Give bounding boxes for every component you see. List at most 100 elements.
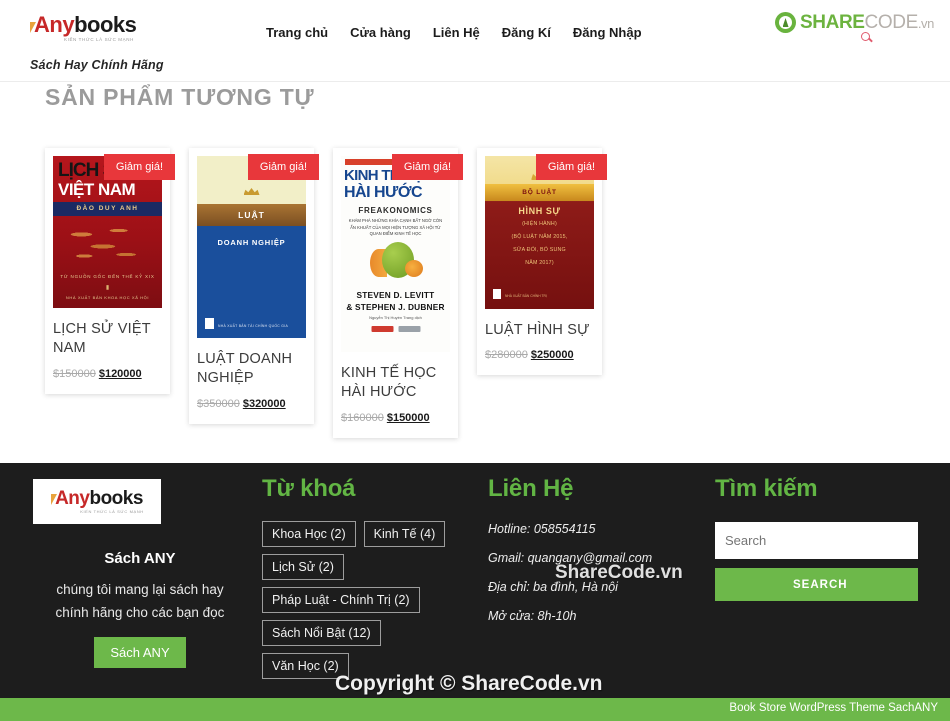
cover-ribbon: LUẬT <box>197 204 306 226</box>
footer-tags-heading: Từ khoá <box>262 475 356 502</box>
sharecode-share: SHARE <box>800 12 865 33</box>
search-input[interactable] <box>715 522 918 559</box>
product-title[interactable]: LUẬT HÌNH SỰ <box>485 321 594 340</box>
nav-item-dang-nhap[interactable]: Đăng Nhập <box>573 25 642 40</box>
sharecode-watermark-logo: SHARECODE.vn <box>775 12 934 41</box>
tick-icon <box>30 22 36 33</box>
product-title[interactable]: KINH TẾ HỌC HÀI HƯỚC <box>341 364 450 403</box>
footer-search-heading: Tìm kiếm <box>715 475 818 502</box>
tag-van-hoc[interactable]: Văn Học (2) <box>262 653 349 679</box>
product-old-price: $160000 <box>341 411 384 424</box>
site-footer: Anybooks KIẾN THỨC LÀ SỨC MẠNH Sách ANY … <box>0 463 950 698</box>
brand-tagline: Sách Hay Chính Hãng <box>30 58 164 72</box>
product-card[interactable]: Giảm giá! LỊCH SỬ VIỆT NAM ĐÀO DUY ANH T… <box>45 148 175 394</box>
tag-lich-su[interactable]: Lịch Sử (2) <box>262 554 344 580</box>
cover-title-line1: HÌNH SỰ <box>518 206 561 216</box>
sharecode-code: CODE <box>864 12 919 33</box>
cover-sub-line-1: (HIỆN HÀNH) <box>522 221 557 227</box>
sale-badge: Giảm giá! <box>247 154 319 180</box>
nav-item-dang-ki[interactable]: Đăng Kí <box>502 25 551 40</box>
sale-badge: Giảm giá! <box>103 154 175 180</box>
brand-wordmark: Anybooks <box>30 14 230 36</box>
nav-item-lien-he[interactable]: Liên Hệ <box>433 25 480 40</box>
brand-subtext: KIẾN THỨC LÀ SỨC MẠNH <box>64 37 134 42</box>
dragon-art-icon <box>61 220 154 268</box>
footer-brand-any: Any <box>55 488 90 509</box>
product-price: $280000 $250000 <box>485 349 594 361</box>
tag-sach-noi-bat[interactable]: Sách Nổi Bật (12) <box>262 620 381 646</box>
cover-author2: & STEPHEN J. DUBNER <box>346 302 445 312</box>
brand-any: Any <box>34 12 75 37</box>
tick-icon <box>51 494 58 505</box>
tag-phap-luat-chinh-tri[interactable]: Pháp Luật - Chính Trị (2) <box>262 587 420 613</box>
footer-about-line1: chúng tôi mang lại sách hay <box>56 582 224 597</box>
product-card[interactable]: Giảm giá! BỘ LUẬT HÌNH SỰ (HIỆN HÀNH) (B… <box>477 148 607 376</box>
brand-books: books <box>74 12 137 37</box>
tag-cloud: Khoa Học (2) Kinh Tế (4) Lịch Sử (2) Phá… <box>262 521 472 679</box>
product-title[interactable]: LỊCH SỬ VIỆT NAM <box>53 320 162 359</box>
cover-publisher: NHÀ XUẤT BẢN TÀI CHÍNH QUỐC GIA <box>218 324 289 328</box>
product-title[interactable]: LUẬT DOANH NGHIỆP <box>197 350 306 389</box>
product-new-price: $320000 <box>242 397 286 410</box>
sharecode-tld: .vn <box>917 16 935 31</box>
footer-logo[interactable]: Anybooks KIẾN THỨC LÀ SỨC MẠNH <box>33 479 161 524</box>
tag-kinh-te[interactable]: Kinh Tế (4) <box>363 521 446 547</box>
product-price: $160000 $150000 <box>341 412 450 424</box>
contact-gmail: Gmail: quangany@gmail.com <box>488 551 653 565</box>
product-old-price: $150000 <box>53 367 96 380</box>
site-header: Anybooks KIẾN THỨC LÀ SỨC MẠNH Sách Hay … <box>0 0 950 82</box>
product-thumbnail[interactable]: KINH TẾ HỌC HÀI HƯỚC FREAKONOMICS KHÁM P… <box>341 156 450 352</box>
cover-publisher: NHÀ XUẤT BẢN CHÍNH TRỊ <box>505 294 547 298</box>
cover-sub-line-2: (BỘ LUẬT NĂM 2015, <box>511 234 568 240</box>
main-navigation: Trang chủ Cửa hàng Liên Hệ Đăng Kí Đăng … <box>266 25 642 40</box>
contact-hours: Mở cửa: 8h-10h <box>488 609 577 623</box>
sharecode-wordmark: SHARECODE.vn <box>800 13 934 32</box>
cover-author1: STEVEN D. LEVITT <box>356 290 435 300</box>
cover-foot1: TỪ NGUỒN GỐC ĐẾN THẾ KỶ XIX <box>60 274 155 279</box>
product-price: $150000 $120000 <box>53 368 162 380</box>
contact-address: Địa chỉ: ba đình, Hà nội <box>488 580 618 594</box>
footer-bottom-bar: Book Store WordPress Theme SachANY <box>0 698 950 721</box>
footer-about-line2: chính hãng cho các bạn đọc <box>55 605 225 621</box>
cover-title-line1: LUẬT <box>238 210 265 220</box>
footer-about: Sách ANY chúng tôi mang lại sách hay chí… <box>20 550 260 669</box>
cover-title-line2: VIỆT NAM <box>58 180 136 199</box>
cover-sub-line-3: SỬA ĐỔI, BỔ SUNG <box>513 247 566 253</box>
cover-blurb: KHÁM PHÁ NHỮNG KHÍA CẠNH BẤT NGỜ CÒN ẨN … <box>348 218 443 236</box>
product-new-price: $150000 <box>386 411 430 424</box>
sach-any-button[interactable]: Sách ANY <box>94 637 186 669</box>
publisher-mark-icon: ▮ <box>105 285 110 291</box>
publisher-mark-icon <box>493 289 501 299</box>
sharecode-recycle-icon <box>775 12 797 33</box>
product-card[interactable]: Giảm giá! KINH TẾ HỌC HÀI HƯỚC FREAKONOM… <box>333 148 463 438</box>
cover-title-line2: HÀI HƯỚC <box>344 184 423 201</box>
footer-search-column: Tìm kiếm SEARCH <box>715 475 925 601</box>
footer-tags-column: Từ khoá Khoa Học (2) Kinh Tế (4) Lịch Sử… <box>262 475 472 679</box>
search-button[interactable]: SEARCH <box>715 568 918 601</box>
search-icon <box>861 32 871 41</box>
footer-brand-subtext: KIẾN THỨC LÀ SỨC MẠNH <box>80 509 144 514</box>
site-logo[interactable]: Anybooks KIẾN THỨC LÀ SỨC MẠNH Sách Hay … <box>30 14 230 72</box>
nav-item-trang-chu[interactable]: Trang chủ <box>266 25 328 40</box>
product-old-price: $350000 <box>197 397 240 410</box>
cover-author-band: ĐÀO DUY ANH <box>53 202 162 216</box>
cover-sub-line-4: NĂM 2017) <box>525 260 554 266</box>
footer-brand-wordmark: Anybooks <box>51 489 143 508</box>
product-price: $350000 $320000 <box>197 398 306 410</box>
sale-badge: Giảm giá! <box>535 154 607 180</box>
contact-list: Hotline: 058554115 Gmail: quangany@gmail… <box>488 522 698 623</box>
footer-contact-column: Liên Hệ Hotline: 058554115 Gmail: quanga… <box>488 475 698 638</box>
footer-about-heading: Sách ANY <box>104 550 176 567</box>
footer-brand-books: books <box>89 488 143 509</box>
section-title-related-products: SẢN PHẨM TƯƠNG TỰ <box>45 84 315 110</box>
product-new-price: $120000 <box>98 367 142 380</box>
page-root: Anybooks KIẾN THỨC LÀ SỨC MẠNH Sách Hay … <box>0 0 950 721</box>
sale-badge: Giảm giá! <box>391 154 463 180</box>
product-card[interactable]: Giảm giá! LUẬT DOANH NGHIỆP NHÀ XUẤT BẢN… <box>189 148 319 424</box>
cover-ribbon: BỘ LUẬT <box>485 184 594 201</box>
tag-khoa-hoc[interactable]: Khoa Học (2) <box>262 521 356 547</box>
publisher-logos-icon <box>371 326 420 332</box>
nav-item-cua-hang[interactable]: Cửa hàng <box>350 25 411 40</box>
product-thumbnail[interactable]: LUẬT DOANH NGHIỆP NHÀ XUẤT BẢN TÀI CHÍNH… <box>197 156 306 338</box>
cover-title-line3: FREAKONOMICS <box>358 206 433 215</box>
